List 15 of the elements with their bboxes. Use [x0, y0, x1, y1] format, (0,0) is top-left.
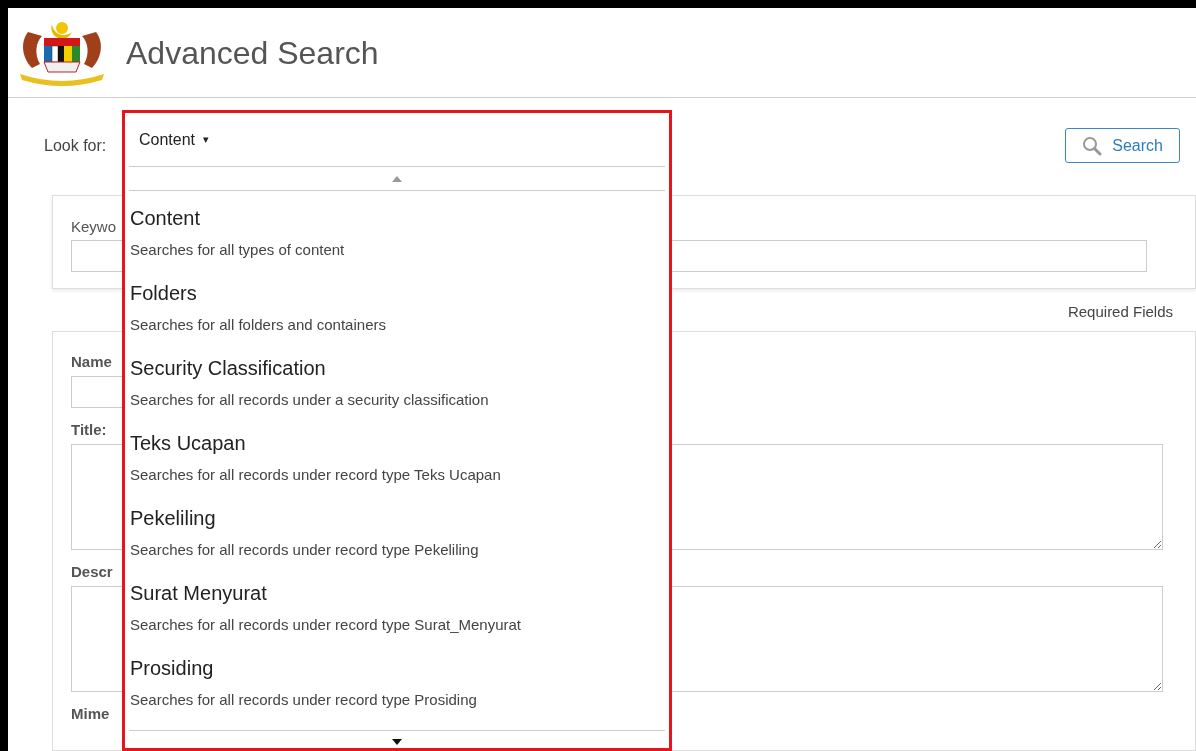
- field-label: Mime: [71, 704, 110, 724]
- option-description: Searches for all records under record type Teks Ucapan: [130, 465, 502, 485]
- option-description: Searches for all types of content: [130, 240, 346, 260]
- option-description: Searches for all records under a security classification: [130, 390, 490, 410]
- option-description: Searches for all records under record type Pekeliling: [130, 540, 480, 560]
- page-title: Advanced Search: [126, 33, 379, 73]
- look-for-label: Look for:: [44, 135, 107, 156]
- keyword-label: Keywo: [71, 217, 117, 237]
- required-fields-note: Required Fields: [1067, 302, 1173, 322]
- option-description: Searches for all folders and containers: [130, 315, 387, 335]
- field-label: Name: [71, 352, 112, 372]
- field-label: Title:: [71, 420, 107, 440]
- option-description: Searches for all records under record type Prosiding: [130, 690, 478, 710]
- option-description: Searches for all records under record type Surat_Menyurat: [130, 615, 523, 635]
- field-label: Descr: [71, 562, 113, 582]
